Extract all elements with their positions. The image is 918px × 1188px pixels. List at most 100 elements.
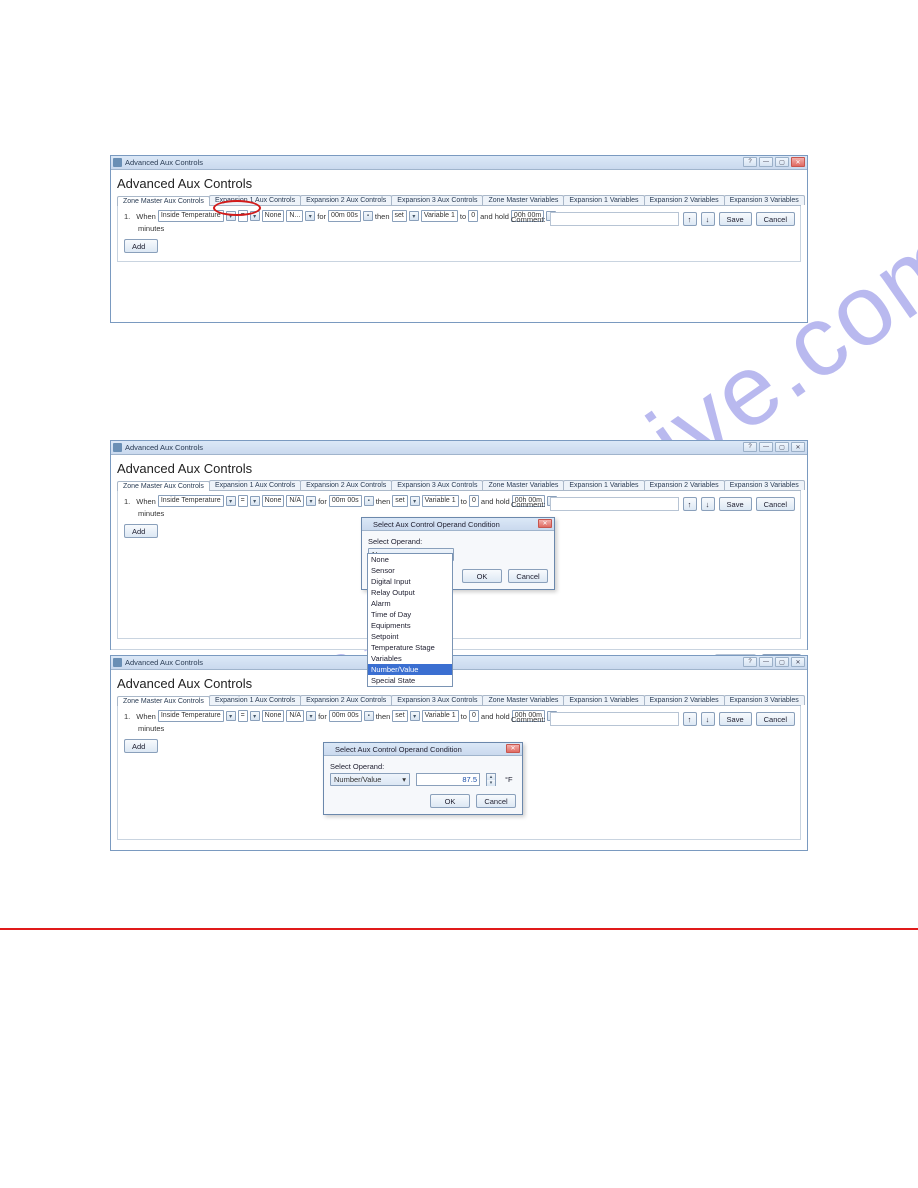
tab-exp3-vars[interactable]: Expansion 3 Variables — [724, 195, 805, 205]
tab-exp3-aux[interactable]: Expansion 3 Aux Controls — [391, 480, 483, 490]
sensor-caret-icon[interactable]: ▾ — [226, 211, 236, 221]
move-down-button[interactable]: ↓ — [701, 497, 715, 511]
action-caret-icon[interactable]: ▾ — [410, 496, 420, 506]
win-maximize-button[interactable]: ▢ — [775, 442, 789, 452]
comment-input[interactable] — [550, 497, 679, 511]
option-none[interactable]: None — [368, 554, 452, 565]
tab-exp1-vars[interactable]: Expansion 1 Variables — [563, 695, 644, 705]
cond1-select[interactable]: None — [262, 710, 285, 722]
add-button[interactable]: Add — [124, 739, 158, 753]
operand-select[interactable]: Number/Value▾ — [330, 773, 410, 786]
option-number-value[interactable]: Number/Value — [368, 664, 452, 675]
for-duration-stepper[interactable]: ▪ — [364, 711, 374, 721]
operator-select[interactable]: = — [238, 495, 248, 507]
cond2-caret-icon[interactable]: ▾ — [306, 711, 316, 721]
tab-exp2-vars[interactable]: Expansion 2 Variables — [644, 695, 725, 705]
sensor-caret-icon[interactable]: ▾ — [226, 711, 236, 721]
option-relay-output[interactable]: Relay Output — [368, 587, 452, 598]
value-input[interactable]: 0 — [468, 210, 478, 222]
cond2-select[interactable]: N/A — [286, 710, 304, 722]
number-value-stepper[interactable]: ▴▾ — [486, 773, 496, 786]
cond1-select[interactable]: None — [262, 210, 285, 222]
option-digital-input[interactable]: Digital Input — [368, 576, 452, 587]
move-down-button[interactable]: ↓ — [701, 212, 715, 226]
cond2-select[interactable]: N... — [286, 210, 303, 222]
cancel-button[interactable]: Cancel — [756, 497, 795, 511]
option-equipments[interactable]: Equipments — [368, 620, 452, 631]
tab-zone-master-vars[interactable]: Zone Master Variables — [482, 480, 564, 490]
action-caret-icon[interactable]: ▾ — [410, 711, 420, 721]
cond2-select[interactable]: N/A — [286, 495, 304, 507]
for-duration-stepper[interactable]: ▪ — [363, 211, 373, 221]
action-select[interactable]: set — [392, 210, 407, 222]
win-minimize-button[interactable]: — — [759, 157, 773, 167]
action-caret-icon[interactable]: ▾ — [409, 211, 419, 221]
save-button[interactable]: Save — [719, 212, 752, 226]
tab-zone-master-vars[interactable]: Zone Master Variables — [482, 195, 564, 205]
win-maximize-button[interactable]: ▢ — [775, 657, 789, 667]
win-help-button[interactable]: ? — [743, 657, 757, 667]
target-select[interactable]: Variable 1 — [422, 710, 459, 722]
cancel-button[interactable]: Cancel — [756, 712, 795, 726]
option-special-state[interactable]: Special State — [368, 675, 452, 686]
tab-exp2-aux[interactable]: Expansion 2 Aux Controls — [300, 195, 392, 205]
for-duration-stepper[interactable]: ▪ — [364, 496, 374, 506]
tab-exp2-aux[interactable]: Expansion 2 Aux Controls — [300, 695, 392, 705]
tab-exp2-aux[interactable]: Expansion 2 Aux Controls — [300, 480, 392, 490]
win-help-button[interactable]: ? — [743, 442, 757, 452]
add-button[interactable]: Add — [124, 239, 158, 253]
value-input[interactable]: 0 — [469, 495, 479, 507]
tab-exp1-aux[interactable]: Expansion 1 Aux Controls — [209, 695, 301, 705]
sensor-select[interactable]: Inside Temperature — [158, 495, 224, 507]
option-sensor[interactable]: Sensor — [368, 565, 452, 576]
add-button[interactable]: Add — [124, 524, 158, 538]
operator-select[interactable]: = — [238, 210, 248, 222]
target-select[interactable]: Variable 1 — [421, 210, 458, 222]
tab-zone-master-aux[interactable]: Zone Master Aux Controls — [117, 696, 210, 706]
cancel-button[interactable]: Cancel — [508, 569, 548, 583]
option-alarm[interactable]: Alarm — [368, 598, 452, 609]
save-button[interactable]: Save — [719, 712, 752, 726]
cond2-caret-icon[interactable]: ▾ — [305, 211, 315, 221]
tab-exp1-aux[interactable]: Expansion 1 Aux Controls — [209, 480, 301, 490]
operator-caret-icon[interactable]: ▾ — [250, 211, 260, 221]
option-temperature-stage[interactable]: Temperature Stage — [368, 642, 452, 653]
operator-caret-icon[interactable]: ▾ — [250, 496, 260, 506]
win-minimize-button[interactable]: — — [759, 442, 773, 452]
for-duration-input[interactable]: 00m 00s — [329, 710, 362, 722]
tab-exp3-aux[interactable]: Expansion 3 Aux Controls — [391, 695, 483, 705]
win-close-button[interactable]: ✕ — [791, 442, 805, 452]
for-duration-input[interactable]: 00m 00s — [328, 210, 361, 222]
save-button[interactable]: Save — [719, 497, 752, 511]
target-select[interactable]: Variable 1 — [422, 495, 459, 507]
action-select[interactable]: set — [392, 495, 407, 507]
tab-exp1-vars[interactable]: Expansion 1 Variables — [563, 480, 644, 490]
comment-input[interactable] — [550, 712, 679, 726]
cond1-select[interactable]: None — [262, 495, 285, 507]
sensor-select[interactable]: Inside Temperature — [158, 210, 224, 222]
win-close-button[interactable]: ✕ — [791, 657, 805, 667]
move-down-button[interactable]: ↓ — [701, 712, 715, 726]
move-up-button[interactable]: ↑ — [683, 712, 697, 726]
dialog-close-button[interactable]: ✕ — [538, 519, 552, 528]
tab-exp2-vars[interactable]: Expansion 2 Variables — [644, 480, 725, 490]
sensor-caret-icon[interactable]: ▾ — [226, 496, 236, 506]
number-value-input[interactable]: 87.5 — [416, 773, 480, 786]
tab-exp1-vars[interactable]: Expansion 1 Variables — [563, 195, 644, 205]
value-input[interactable]: 0 — [469, 710, 479, 722]
operator-select[interactable]: = — [238, 710, 248, 722]
cancel-button[interactable]: Cancel — [756, 212, 795, 226]
win-maximize-button[interactable]: ▢ — [775, 157, 789, 167]
win-close-button[interactable]: ✕ — [791, 157, 805, 167]
cond2-caret-icon[interactable]: ▾ — [306, 496, 316, 506]
operator-caret-icon[interactable]: ▾ — [250, 711, 260, 721]
cancel-button[interactable]: Cancel — [476, 794, 516, 808]
tab-exp3-vars[interactable]: Expansion 3 Variables — [724, 695, 805, 705]
operand-dropdown-list[interactable]: None Sensor Digital Input Relay Output A… — [367, 553, 453, 687]
tab-zone-master-vars[interactable]: Zone Master Variables — [482, 695, 564, 705]
option-setpoint[interactable]: Setpoint — [368, 631, 452, 642]
tab-exp3-aux[interactable]: Expansion 3 Aux Controls — [391, 195, 483, 205]
option-variables[interactable]: Variables — [368, 653, 452, 664]
move-up-button[interactable]: ↑ — [683, 212, 697, 226]
sensor-select[interactable]: Inside Temperature — [158, 710, 224, 722]
